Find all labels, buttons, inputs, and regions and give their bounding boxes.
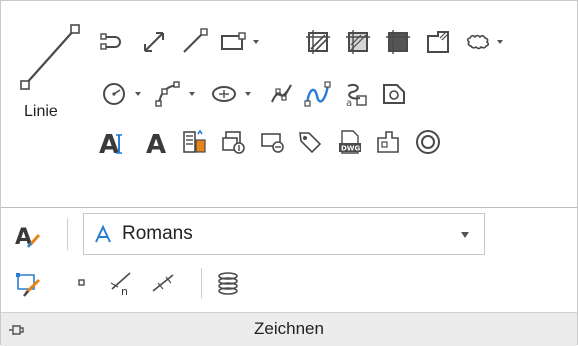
ellipse-button[interactable] bbox=[207, 77, 241, 111]
hatch-button[interactable] bbox=[301, 25, 335, 59]
svg-text:A: A bbox=[146, 130, 166, 156]
chevron-down-icon bbox=[253, 40, 259, 44]
text-icon: A bbox=[99, 130, 122, 156]
measure-icon bbox=[152, 274, 174, 292]
svg-text:A: A bbox=[99, 130, 119, 156]
revision-cloud-button[interactable] bbox=[461, 25, 495, 59]
mtext-icon: A bbox=[146, 130, 166, 156]
rectangle-icon bbox=[221, 32, 246, 50]
cloud-icon bbox=[466, 34, 490, 50]
toolbar-divider bbox=[201, 268, 202, 298]
arc-dropdown-caret[interactable] bbox=[187, 89, 197, 99]
construction-line-icon bbox=[183, 28, 208, 53]
field-icon bbox=[183, 129, 206, 153]
line-button[interactable]: Linie bbox=[11, 15, 85, 135]
revision-button[interactable] bbox=[211, 266, 245, 300]
mtext-button[interactable]: A bbox=[141, 125, 175, 159]
wipeout-icon bbox=[377, 131, 399, 153]
dimension-line-icon bbox=[144, 32, 164, 52]
tag-button[interactable] bbox=[293, 125, 327, 159]
svg-text:a: a bbox=[346, 98, 352, 108]
svg-text:DWG: DWG bbox=[341, 145, 361, 153]
freehand-spline-icon bbox=[304, 81, 331, 107]
chevron-down-icon[interactable] bbox=[460, 230, 470, 240]
boundary-button[interactable] bbox=[421, 25, 455, 59]
dwg-reference-button[interactable]: DWG bbox=[333, 125, 367, 159]
point-button[interactable] bbox=[65, 266, 99, 300]
ellipse-dropdown-caret[interactable] bbox=[243, 89, 253, 99]
spline-icon bbox=[271, 84, 292, 103]
text-style-dropdown[interactable]: Romans bbox=[83, 213, 485, 255]
construction-line-button[interactable] bbox=[177, 25, 211, 59]
arc-icon bbox=[155, 81, 180, 107]
draw-panel: Linie a A A DWG A n Romans Zeichnen bbox=[0, 0, 578, 346]
text-style-button[interactable]: A bbox=[11, 218, 45, 252]
region-icon bbox=[383, 84, 405, 104]
solid-fill-icon bbox=[386, 30, 410, 54]
divide-icon: n bbox=[110, 272, 131, 297]
chevron-down-icon bbox=[497, 40, 503, 44]
arc-button[interactable] bbox=[151, 77, 185, 111]
text-style-value: Romans bbox=[122, 223, 193, 244]
svg-text:n: n bbox=[121, 285, 128, 297]
boundary-icon bbox=[427, 31, 449, 53]
donut-icon bbox=[416, 130, 440, 154]
circle-icon bbox=[103, 83, 125, 105]
chevron-down-icon bbox=[189, 92, 195, 96]
rectangle-button[interactable] bbox=[215, 25, 249, 59]
chevron-down-icon bbox=[245, 92, 251, 96]
point-icon bbox=[78, 279, 85, 286]
toolbar-divider bbox=[67, 218, 68, 250]
panel-title: Zeichnen bbox=[254, 319, 324, 338]
dwg-reference-icon: DWG bbox=[339, 130, 361, 154]
line-icon bbox=[20, 24, 80, 90]
gradient-button[interactable] bbox=[341, 25, 375, 59]
text-style-small-icon bbox=[95, 224, 111, 243]
block-edit-icon bbox=[261, 133, 284, 153]
match-properties-button[interactable] bbox=[11, 266, 45, 300]
spline-button[interactable] bbox=[265, 77, 299, 111]
gradient-hatch-icon bbox=[346, 30, 370, 54]
line-button-label: Linie bbox=[24, 103, 58, 120]
ellipse-icon bbox=[212, 86, 236, 102]
text-button[interactable]: A bbox=[95, 125, 129, 159]
revision-icon bbox=[218, 272, 238, 295]
block-insert-icon bbox=[222, 131, 245, 154]
wipeout-button[interactable] bbox=[371, 125, 405, 159]
field-button[interactable] bbox=[177, 125, 211, 159]
donut-button[interactable] bbox=[411, 125, 445, 159]
dimension-line-button[interactable] bbox=[137, 25, 171, 59]
block-insert-button[interactable] bbox=[217, 125, 251, 159]
draw-tools-area: Linie a A A DWG bbox=[1, 1, 577, 208]
tag-icon bbox=[299, 132, 322, 154]
panel-footer[interactable]: Zeichnen bbox=[1, 312, 577, 346]
freehand-spline-button[interactable] bbox=[301, 77, 335, 111]
region-button[interactable] bbox=[377, 77, 411, 111]
rectangle-dropdown-caret[interactable] bbox=[251, 37, 261, 47]
helix-text-icon: a bbox=[346, 83, 367, 108]
polyline-icon bbox=[100, 33, 121, 50]
block-edit-button[interactable] bbox=[255, 125, 289, 159]
circle-button[interactable] bbox=[97, 77, 131, 111]
cloud-dropdown-caret[interactable] bbox=[495, 37, 505, 47]
text-style-icon: A bbox=[15, 225, 41, 249]
solid-fill-button[interactable] bbox=[381, 25, 415, 59]
measure-button[interactable] bbox=[147, 266, 181, 300]
hatch-icon bbox=[306, 30, 330, 54]
chevron-down-icon bbox=[135, 92, 141, 96]
circle-dropdown-caret[interactable] bbox=[133, 89, 143, 99]
divide-button[interactable]: n bbox=[105, 266, 139, 300]
match-properties-icon bbox=[16, 273, 41, 297]
helix-text-button[interactable]: a bbox=[339, 77, 373, 111]
polyline-button[interactable] bbox=[97, 25, 131, 59]
